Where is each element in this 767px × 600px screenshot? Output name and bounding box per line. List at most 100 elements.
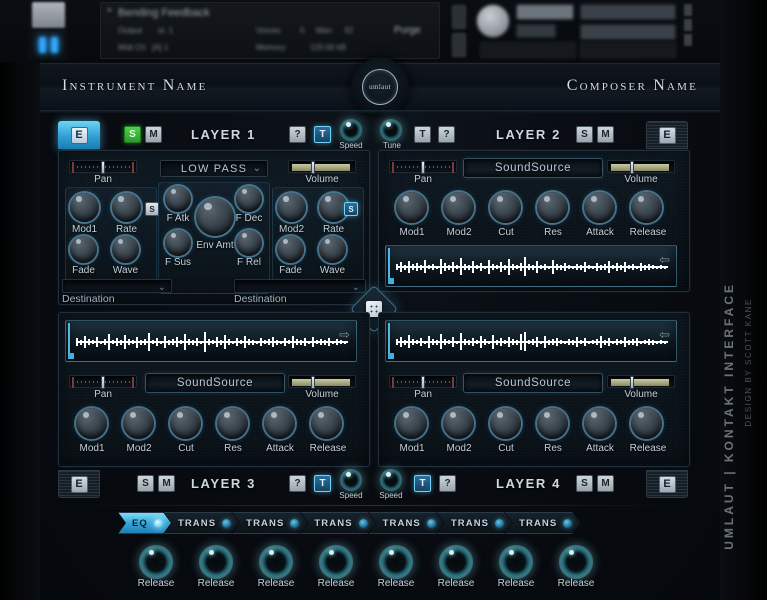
fx-slot-4-led-icon[interactable] (427, 519, 436, 528)
fx-slot-1[interactable]: TRANS (164, 512, 239, 534)
fx-slot-0-led-icon[interactable] (154, 519, 163, 528)
layer1-fade2-knob[interactable] (277, 236, 304, 263)
layer3-help-button[interactable]: ? (289, 475, 306, 492)
fx-knob-6[interactable] (499, 545, 533, 579)
keyboard-icon[interactable] (32, 30, 65, 60)
layer1-lfo1-rate-knob[interactable] (112, 193, 141, 222)
layer2-release-knob[interactable] (631, 192, 662, 223)
layer1-fade1-knob[interactable] (70, 236, 97, 263)
layer2-solo-button[interactable]: S (576, 126, 593, 143)
layer4-volume-slider[interactable] (607, 375, 675, 389)
layer3-mod2-knob[interactable] (123, 408, 154, 439)
layer1-f-atk-knob[interactable] (165, 186, 191, 212)
host-fader-b[interactable] (580, 24, 676, 40)
layer4-sound-source-display[interactable]: SoundSource (463, 373, 603, 393)
layer3-tune-button[interactable]: T (314, 475, 331, 492)
layer1-env-amount-knob[interactable] (196, 198, 234, 236)
fx-slot-6[interactable]: TRANS (505, 512, 580, 534)
fx-knob-0[interactable] (139, 545, 173, 579)
layer2-tune-button[interactable]: T (414, 126, 431, 143)
fx-slot-4[interactable]: TRANS (369, 512, 444, 534)
layer1-f-rel-knob[interactable] (236, 230, 262, 256)
instrument-icon[interactable] (32, 2, 65, 28)
layer1-edit-tab[interactable]: E (58, 121, 100, 149)
layer2-mute-button[interactable]: M (597, 126, 614, 143)
host-mod-wheel[interactable] (476, 4, 510, 38)
host-midi-value[interactable]: [A] 1 (152, 43, 168, 52)
fx-slot-3-led-icon[interactable] (359, 519, 368, 528)
layer2-res-knob[interactable] (537, 192, 568, 223)
fx-slot-2-led-icon[interactable] (290, 519, 299, 528)
layer1-destination1-dropdown[interactable]: ⌄ (62, 279, 172, 293)
layer3-attack-knob[interactable] (264, 408, 295, 439)
layer2-pan-slider[interactable] (389, 160, 457, 174)
host-fader-c[interactable] (580, 42, 676, 58)
fx-knob-4[interactable] (379, 545, 413, 579)
layer3-sound-source-display[interactable]: SoundSource (145, 373, 285, 393)
layer1-mod2-knob[interactable] (277, 193, 306, 222)
layer1-volume-slider[interactable] (288, 160, 356, 174)
host-slider-a[interactable] (480, 42, 576, 58)
layer4-release-knob[interactable] (631, 408, 662, 439)
host-tool-a-button[interactable] (452, 5, 466, 29)
fx-slot-5[interactable]: TRANS (437, 512, 512, 534)
layer1-mute-button[interactable]: M (145, 126, 162, 143)
layer3-mute-button[interactable]: M (158, 475, 175, 492)
fx-knob-1[interactable] (199, 545, 233, 579)
layer4-waveform-display[interactable]: ⇦ (385, 320, 677, 362)
layer1-f-dec-knob[interactable] (236, 186, 262, 212)
layer3-cut-knob[interactable] (170, 408, 201, 439)
fx-slot-2[interactable]: TRANS (232, 512, 307, 534)
layer3-speed-knob[interactable] (340, 469, 362, 491)
layer2-attack-knob[interactable] (584, 192, 615, 223)
layer2-cut-knob[interactable] (490, 192, 521, 223)
host-purge-button[interactable]: Purge (394, 25, 421, 36)
layer3-edit-tab[interactable]: E (58, 470, 100, 498)
host-tool-b-button[interactable] (452, 33, 466, 57)
layer4-mute-button[interactable]: M (597, 475, 614, 492)
layer4-solo-button[interactable]: S (576, 475, 593, 492)
layer4-tune-button[interactable]: T (414, 475, 431, 492)
layer2-sound-source-display[interactable]: SoundSource (463, 158, 603, 178)
layer1-wave1-knob[interactable] (112, 236, 139, 263)
layer3-res-knob[interactable] (217, 408, 248, 439)
host-output-value[interactable]: st. 1 (158, 26, 173, 35)
fx-knob-5[interactable] (439, 545, 473, 579)
layer3-waveform-display[interactable]: ⇨ (65, 320, 357, 362)
layer3-volume-slider[interactable] (288, 375, 356, 389)
layer3-pan-slider[interactable] (69, 375, 137, 389)
fx-slot-eq[interactable]: EQ (118, 512, 171, 534)
host-expand-arrow[interactable]: ▸ (108, 5, 112, 14)
layer1-pan-slider[interactable] (69, 160, 137, 174)
layer2-volume-slider[interactable] (607, 160, 675, 174)
layer1-mod1-knob[interactable] (70, 193, 99, 222)
layer1-solo-button[interactable]: S (124, 126, 141, 143)
layer1-help-button[interactable]: ? (289, 126, 306, 143)
layer3-release-knob[interactable] (311, 408, 342, 439)
layer1-speed-knob[interactable] (340, 119, 362, 141)
layer1-filter-type-dropdown[interactable]: LOW PASS ⌄ (160, 160, 268, 177)
layer4-help-button[interactable]: ? (439, 475, 456, 492)
layer4-mod2-knob[interactable] (443, 408, 474, 439)
layer4-speed-knob[interactable] (380, 469, 402, 491)
layer3-solo-button[interactable]: S (137, 475, 154, 492)
layer3-mod1-knob[interactable] (76, 408, 107, 439)
layer4-mod1-knob[interactable] (396, 408, 427, 439)
fx-slot-3[interactable]: TRANS (300, 512, 375, 534)
layer2-waveform-display[interactable]: ⇦ (385, 245, 677, 287)
layer1-lfo2-sync-button[interactable]: S (344, 202, 358, 216)
host-preset-name[interactable]: Bending Feedback (118, 7, 210, 19)
layer4-pan-slider[interactable] (389, 375, 457, 389)
fx-knob-2[interactable] (259, 545, 293, 579)
layer1-f-sus-knob[interactable] (165, 230, 191, 256)
fx-slot-6-led-icon[interactable] (563, 519, 572, 528)
layer1-tune-button[interactable]: T (314, 126, 331, 143)
layer4-res-knob[interactable] (537, 408, 568, 439)
layer4-attack-knob[interactable] (584, 408, 615, 439)
layer2-mod1-knob[interactable] (396, 192, 427, 223)
layer4-edit-tab[interactable]: E (646, 470, 688, 498)
layer2-edit-tab[interactable]: E (646, 121, 688, 149)
layer4-cut-knob[interactable] (490, 408, 521, 439)
layer2-mod2-knob[interactable] (443, 192, 474, 223)
layer1-wave2-knob[interactable] (319, 236, 346, 263)
